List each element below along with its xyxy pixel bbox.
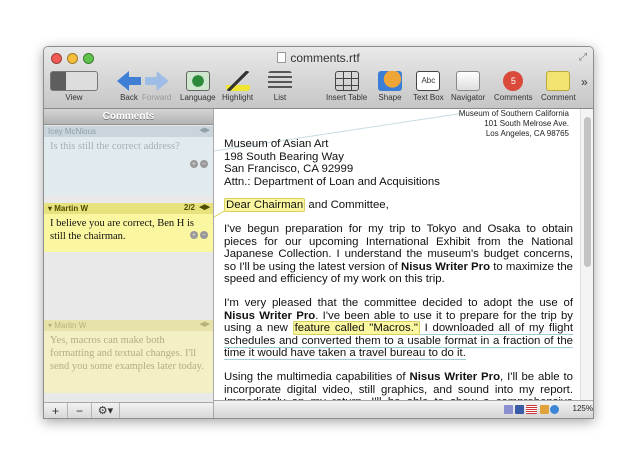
language-button[interactable]: Language xyxy=(180,71,216,102)
comment-page: 2/2 xyxy=(183,203,195,212)
comment-author: Martin W xyxy=(54,204,89,213)
document-editor[interactable]: Museum of Southern California 101 South … xyxy=(214,109,582,402)
comments-sidebar: Comments Icey McNious ◀▶ Is this still th… xyxy=(44,109,214,418)
recipient-address: Museum of Asian Art 198 South Bearing Wa… xyxy=(224,138,440,188)
remove-button[interactable]: − xyxy=(68,403,92,418)
comments-button[interactable]: 5 Comments xyxy=(494,71,533,102)
sidebar-footer: + − ⚙▾ xyxy=(44,402,214,418)
comment-nav-icon[interactable]: ◀▶ xyxy=(199,203,210,211)
commented-text[interactable]: feature called "Macros." xyxy=(292,321,420,336)
comment-author: Icey McNious xyxy=(48,127,97,136)
insert-table-button[interactable]: Insert Table xyxy=(326,71,367,102)
toolbar-toggle-icon[interactable]: ⤢ xyxy=(579,52,587,63)
status-icon-4[interactable] xyxy=(540,405,549,414)
add-comment-icon[interactable]: + xyxy=(190,160,198,168)
forward-button[interactable]: Forward xyxy=(142,71,171,102)
comment-text: I believe you are correct, Ben H is stil… xyxy=(50,218,195,242)
add-button[interactable]: + xyxy=(44,403,68,418)
view-button[interactable]: View xyxy=(50,71,98,102)
return-address: Museum of Southern California 101 South … xyxy=(458,109,569,138)
navigator-button[interactable]: Navigator xyxy=(451,71,485,102)
salutation: Dear Chairman and Committee, xyxy=(224,198,389,213)
comment-text: Yes, macros can make both formatting and… xyxy=(50,335,204,372)
shape-icon xyxy=(378,71,402,91)
comment-item[interactable]: Icey McNious ◀▶ Is this still the correct… xyxy=(44,126,213,195)
comment-item-active[interactable]: ▾ Martin W 2/2 ◀▶ I believe you are correc… xyxy=(44,203,213,252)
table-icon xyxy=(334,71,359,91)
text-box-icon: Abc xyxy=(416,71,441,91)
comment-text: Is this still the correct address? xyxy=(50,141,180,152)
document-body: Museum of Asian Art 198 South Bearing Wa… xyxy=(224,138,573,402)
comment-nav-icon[interactable]: ◀▶ xyxy=(199,126,210,134)
delete-comment-icon[interactable]: − xyxy=(200,231,208,239)
paragraph: I'm very pleased that the committee deci… xyxy=(224,296,574,361)
toolbar: View Back Forward Language Highlight Lis… xyxy=(44,69,593,107)
highlight-button[interactable]: Highlight xyxy=(222,71,253,102)
scroll-thumb[interactable] xyxy=(584,117,591,267)
commented-text[interactable]: Dear Chairman xyxy=(224,198,306,213)
status-icon-2[interactable] xyxy=(515,405,524,414)
title-bar: comments.rtf ⤢ View Back Forward Languag… xyxy=(44,47,593,109)
list-button[interactable]: List xyxy=(268,71,292,102)
highlighter-icon xyxy=(225,71,250,91)
globe-icon xyxy=(185,71,210,91)
magnifier-icon[interactable] xyxy=(550,405,559,414)
paragraph: Using the multimedia capabilities of Nis… xyxy=(224,370,573,402)
status-icon-1[interactable] xyxy=(504,405,513,414)
toolbar-overflow-button[interactable]: » xyxy=(581,75,588,89)
comment-button[interactable]: Comment xyxy=(541,71,576,102)
forward-arrow-icon xyxy=(144,71,169,91)
comment-item[interactable]: ▾ Martin W ◀▶ Yes, macros can make both f… xyxy=(44,320,213,393)
text-box-button[interactable]: Abc Text Box xyxy=(413,71,444,102)
comment-nav-icon[interactable]: ◀▶ xyxy=(199,320,210,328)
gear-icon[interactable]: ⚙▾ xyxy=(92,403,120,418)
shape-button[interactable]: Shape xyxy=(378,71,402,102)
window-title: comments.rtf xyxy=(44,51,593,65)
list-icon xyxy=(268,71,292,91)
document-window: comments.rtf ⤢ View Back Forward Languag… xyxy=(43,46,594,419)
view-icon xyxy=(50,71,98,91)
navigator-icon xyxy=(456,71,481,91)
vertical-scrollbar[interactable] xyxy=(580,109,593,402)
document-icon xyxy=(277,52,287,63)
sticky-note-icon xyxy=(546,71,571,91)
delete-comment-icon[interactable]: − xyxy=(200,160,208,168)
status-bar: 125% xyxy=(214,400,593,418)
us-flag-icon[interactable] xyxy=(526,405,537,414)
comments-header: Comments xyxy=(44,109,213,125)
paragraph: I've begun preparation for my trip to To… xyxy=(224,222,573,286)
add-comment-icon[interactable]: + xyxy=(190,231,198,239)
zoom-level[interactable]: 125% xyxy=(573,404,593,413)
back-button[interactable]: Back xyxy=(117,71,141,102)
back-arrow-icon xyxy=(117,71,141,91)
comment-author: Martin W xyxy=(54,321,87,330)
comments-badge-icon: 5 xyxy=(503,71,524,91)
